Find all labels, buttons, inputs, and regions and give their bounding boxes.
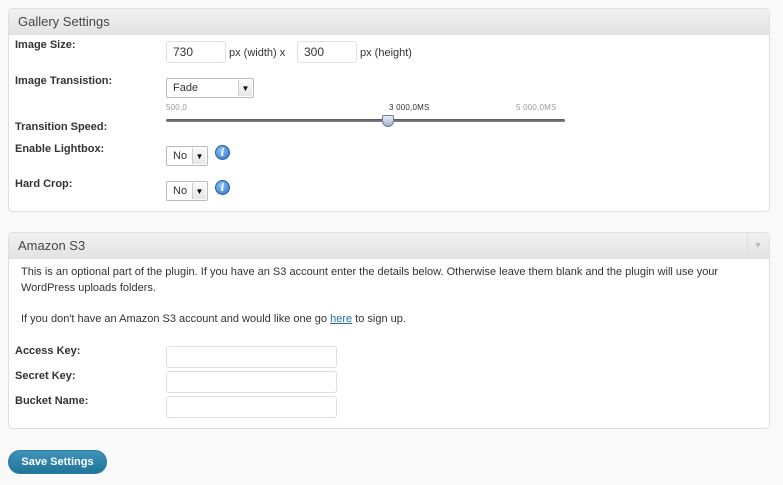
- transition-select-value: Fade: [173, 82, 199, 94]
- amazon-s3-title: Amazon S3: [18, 238, 86, 253]
- signup-prefix: If you don't have an Amazon S3 account a…: [21, 313, 331, 325]
- image-transition-label: Image Transistion:: [15, 75, 113, 87]
- access-key-input[interactable]: [166, 346, 337, 368]
- hard-crop-label: Hard Crop:: [15, 178, 73, 190]
- info-icon[interactable]: i: [215, 145, 230, 160]
- secret-key-label: Secret Key:: [15, 370, 76, 382]
- signup-link[interactable]: here: [330, 313, 352, 325]
- transition-select[interactable]: Fade ▼: [166, 78, 254, 98]
- speed-min-label: 500,0: [166, 103, 188, 112]
- hard-crop-select-value: No: [173, 185, 188, 197]
- speed-slider-track[interactable]: [166, 119, 565, 122]
- amazon-s3-header: Amazon S3 ▼: [9, 233, 769, 259]
- chevron-down-icon: ▼: [238, 80, 252, 96]
- width-unit-label: px (width) x: [229, 47, 286, 59]
- gallery-settings-title: Gallery Settings: [9, 9, 769, 35]
- triangle-down-icon[interactable]: ▼: [747, 233, 768, 258]
- amazon-signup-text: If you don't have an Amazon S3 account a…: [21, 311, 761, 327]
- lightbox-select[interactable]: No ▼: [166, 146, 208, 166]
- info-icon[interactable]: i: [215, 180, 230, 195]
- speed-slider-handle[interactable]: [382, 115, 394, 127]
- transition-speed-label: Transition Speed:: [15, 121, 108, 133]
- amazon-s3-panel: Amazon S3 ▼: [8, 232, 770, 429]
- chevron-down-icon: ▼: [192, 148, 206, 164]
- lightbox-select-value: No: [173, 150, 188, 162]
- image-width-input[interactable]: [166, 41, 226, 63]
- speed-max-label: 5 000,0MS: [516, 103, 557, 112]
- amazon-intro-text: This is an optional part of the plugin. …: [21, 266, 719, 294]
- signup-suffix: to sign up.: [352, 313, 406, 325]
- speed-current-label: 3 000,0MS: [389, 103, 430, 112]
- secret-key-input[interactable]: [166, 371, 337, 393]
- height-unit-label: px (height): [360, 47, 412, 59]
- image-size-label: Image Size:: [15, 39, 76, 51]
- bucket-name-label: Bucket Name:: [15, 395, 89, 407]
- enable-lightbox-label: Enable Lightbox:: [15, 143, 105, 155]
- bucket-name-input[interactable]: [166, 396, 337, 418]
- access-key-label: Access Key:: [15, 345, 81, 357]
- hard-crop-select[interactable]: No ▼: [166, 181, 208, 201]
- save-settings-button[interactable]: Save Settings: [8, 450, 107, 474]
- image-height-input[interactable]: [297, 41, 357, 63]
- chevron-down-icon: ▼: [192, 183, 206, 199]
